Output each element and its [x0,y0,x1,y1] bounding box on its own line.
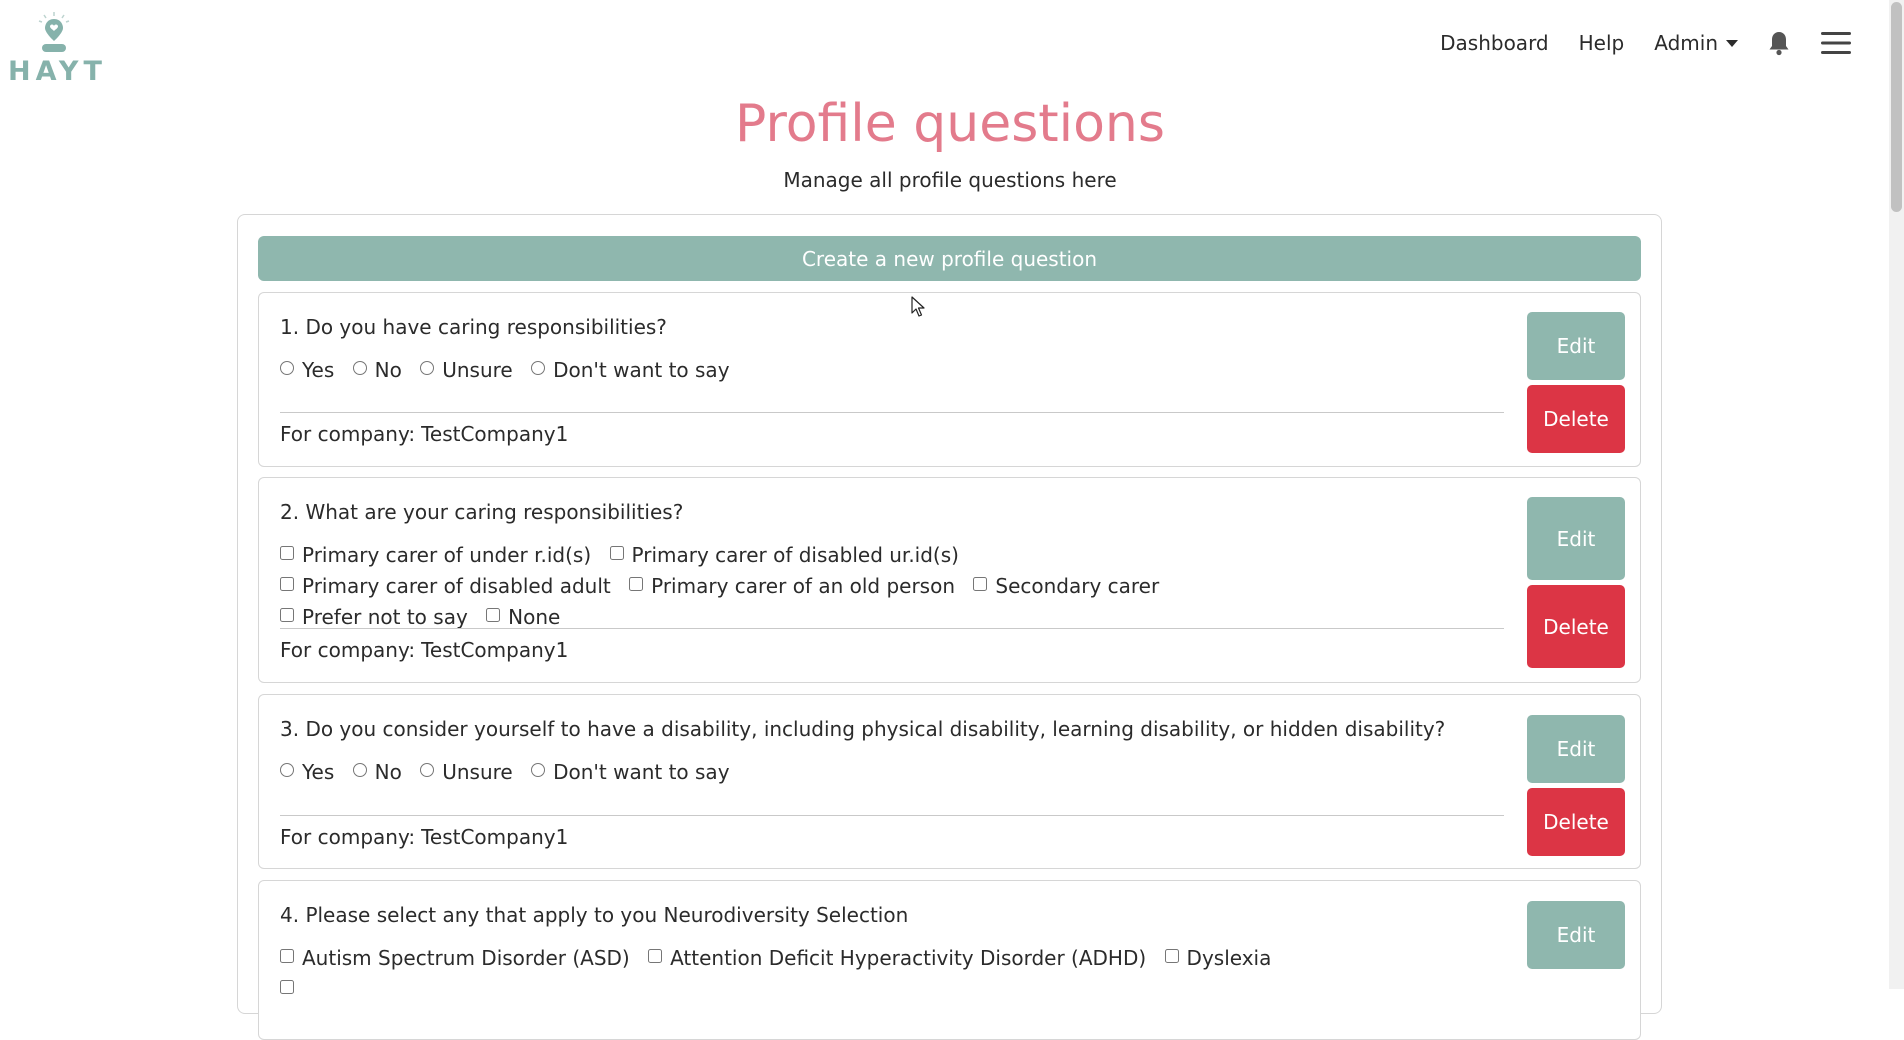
question-options: Primary carer of under r.id(s) Primary c… [280,540,1290,633]
divider [280,628,1504,629]
edit-button[interactable]: Edit [1527,497,1625,580]
company-info: For company: TestCompany1 [280,422,569,446]
edit-button[interactable]: Edit [1527,715,1625,783]
company-name: TestCompany1 [421,638,569,662]
page-title: Profile questions [735,94,1165,154]
option-radio[interactable] [280,361,294,375]
question-card-3: 3. Do you consider yourself to have a di… [258,694,1641,869]
option-checkbox[interactable] [1164,949,1179,963]
company-info: For company: TestCompany1 [280,638,569,662]
divider [280,412,1504,413]
option-secondary-carer[interactable]: Secondary carer [973,571,1159,602]
option-primary-carer-disabled-child[interactable]: Primary carer of disabled ur.id(s) [609,540,959,571]
delete-button[interactable]: Delete [1527,788,1625,856]
question-options: Yes No Unsure Don't want to say [280,355,1290,386]
nav-dashboard-link[interactable]: Dashboard [1440,31,1549,55]
option-dyslexia[interactable]: Dyslexia [1164,943,1271,974]
scrollbar-thumb[interactable] [1891,2,1902,212]
option-checkbox[interactable] [629,577,644,591]
question-card-1: 1. Do you have caring responsibilities? … [258,292,1641,467]
option-dont-want-to-say[interactable]: Don't want to say [531,757,730,788]
admin-dropdown[interactable]: Admin [1654,31,1738,55]
option-no[interactable]: No [352,355,402,386]
question-title: 4. Please select any that apply to you N… [280,903,909,927]
option-checkbox[interactable] [609,546,624,560]
mouse-cursor-icon [911,296,925,317]
option-checkbox[interactable] [280,577,294,591]
edit-button[interactable]: Edit [1527,312,1625,380]
option-checkbox[interactable] [280,980,294,994]
option-primary-carer-old-person[interactable]: Primary carer of an old person [629,571,955,602]
delete-button[interactable]: Delete [1527,385,1625,453]
option-radio[interactable] [352,763,367,777]
option-autism[interactable]: Autism Spectrum Disorder (ASD) [280,943,630,974]
divider [280,815,1504,816]
page-subtitle: Manage all profile questions here [783,168,1117,192]
option-radio[interactable] [531,361,546,375]
option-more[interactable] [280,974,302,1005]
nav-help-link[interactable]: Help [1579,31,1625,55]
question-options: Autism Spectrum Disorder (ASD) Attention… [280,943,1290,1005]
question-options: Yes No Unsure Don't want to say [280,757,1290,788]
edit-button[interactable]: Edit [1527,901,1625,969]
option-yes[interactable]: Yes [280,355,334,386]
option-checkbox[interactable] [280,949,294,963]
option-radio[interactable] [420,763,435,777]
option-checkbox[interactable] [486,608,501,622]
company-info: For company: TestCompany1 [280,825,569,849]
hamburger-menu-icon[interactable] [1820,30,1852,56]
option-dont-want-to-say[interactable]: Don't want to say [531,355,730,386]
bell-icon[interactable] [1768,30,1790,56]
caret-down-icon [1726,39,1738,47]
scrollbar[interactable] [1889,0,1904,989]
option-radio[interactable] [280,763,294,777]
hayt-logo[interactable]: HAYT [8,10,107,88]
option-no[interactable]: No [352,757,402,788]
company-name: TestCompany1 [421,825,569,849]
option-unsure[interactable]: Unsure [420,355,513,386]
question-title: 3. Do you consider yourself to have a di… [280,717,1446,741]
company-name: TestCompany1 [421,422,569,446]
option-radio[interactable] [531,763,546,777]
question-card-4: 4. Please select any that apply to you N… [258,880,1641,1040]
option-primary-carer-under[interactable]: Primary carer of under r.id(s) [280,540,591,571]
logo-text: HAYT [8,56,107,87]
option-adhd[interactable]: Attention Deficit Hyperactivity Disorder… [648,943,1146,974]
question-title: 2. What are your caring responsibilities… [280,500,684,524]
delete-button[interactable]: Delete [1527,585,1625,668]
option-checkbox[interactable] [648,949,663,963]
create-question-button[interactable]: Create a new profile question [258,236,1641,281]
option-unsure[interactable]: Unsure [420,757,513,788]
question-card-2: 2. What are your caring responsibilities… [258,477,1641,683]
option-checkbox[interactable] [973,577,988,591]
question-title: 1. Do you have caring responsibilities? [280,315,667,339]
option-radio[interactable] [352,361,367,375]
option-radio[interactable] [420,361,435,375]
admin-dropdown-label: Admin [1654,31,1718,55]
option-yes[interactable]: Yes [280,757,334,788]
option-checkbox[interactable] [280,608,294,622]
option-primary-carer-disabled-adult[interactable]: Primary carer of disabled adult [280,571,611,602]
option-checkbox[interactable] [280,546,294,560]
top-nav: Dashboard Help Admin [1440,30,1852,56]
person-pin-icon [38,12,70,52]
